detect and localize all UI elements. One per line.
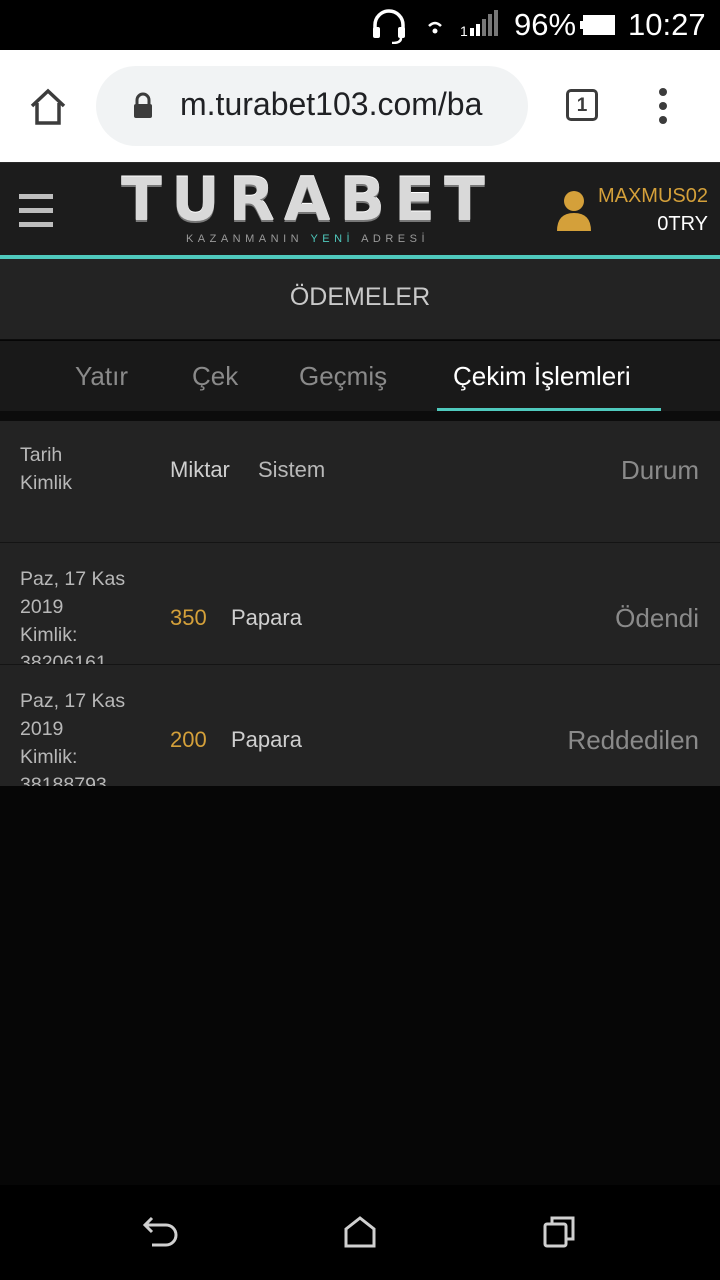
page-title: ÖDEMELER (289, 283, 431, 311)
row-year: 2019 (20, 596, 64, 618)
divider (0, 411, 720, 421)
balance: 0TRY (657, 213, 708, 235)
header-miktar: Miktar (170, 457, 230, 482)
table-header: Tarih Kimlik Miktar Sistem Durum (0, 421, 720, 543)
navigation-bar (0, 1185, 720, 1280)
svg-text:1: 1 (460, 23, 468, 39)
tab-switcher-button[interactable]: 1 (566, 89, 598, 121)
row-id-label: Kimlik: (20, 746, 78, 768)
header-kimlik: Kimlik (20, 472, 72, 494)
table-row: Paz, 17 Kas 2019 Kimlik: 38206161 350 Pa… (0, 543, 720, 665)
tab-cek[interactable]: Çek (192, 361, 238, 392)
back-icon[interactable] (140, 1215, 180, 1256)
header-date-id: Tarih Kimlik (20, 441, 150, 497)
status-bar: 1 96% 10:27 (0, 0, 720, 50)
table-row: Paz, 17 Kas 2019 Kimlik: 38188793 200 Pa… (0, 665, 720, 786)
logo-text: TURABET (121, 165, 494, 235)
tab-yatir[interactable]: Yatır (75, 361, 128, 392)
url-text: m.turabet103.com/ba (180, 86, 483, 122)
row-date: Paz, 17 Kas (20, 690, 126, 712)
logo-tagline: KAZANMANIN YENİ ADRESİ (185, 233, 430, 245)
headset-icon (370, 0, 408, 50)
row-amount: 350 (170, 605, 207, 630)
tab-cekim-islemleri[interactable]: Çekim İşlemleri (453, 361, 631, 392)
header-tarih: Tarih (20, 444, 63, 466)
username[interactable]: MAXMUS02 (598, 185, 708, 208)
row-date-id: Paz, 17 Kas 2019 Kimlik: 38206161 (20, 565, 150, 665)
home-nav-icon[interactable] (343, 1215, 377, 1254)
header-sistem: Sistem (258, 457, 326, 482)
row-status: Reddedilen (567, 725, 699, 755)
page-title-bar: ÖDEMELER (0, 259, 720, 340)
tab-gecmis[interactable]: Geçmiş (299, 361, 387, 392)
address-bar[interactable]: m.turabet103.com/ba (96, 66, 528, 146)
row-date-id: Paz, 17 Kas 2019 Kimlik: 38188793 (20, 687, 150, 786)
clock: 10:27 (628, 7, 706, 42)
row-id-label: Kimlik: (20, 624, 78, 646)
hamburger-menu-icon[interactable] (19, 194, 53, 233)
recents-icon[interactable] (542, 1215, 576, 1254)
menu-dots-icon[interactable] (656, 87, 670, 130)
row-id: 38206161 (20, 652, 107, 665)
wifi-icon (424, 0, 446, 50)
row-date: Paz, 17 Kas (20, 568, 126, 590)
row-status: Ödendi (615, 603, 699, 633)
home-icon[interactable] (28, 88, 68, 131)
row-amount: 200 (170, 727, 207, 752)
site-header: TURABET KAZANMANIN YENİ ADRESİ MAXMUS02 … (0, 162, 720, 256)
row-system: Papara (231, 605, 302, 630)
battery-percent: 96% (514, 7, 577, 42)
user-avatar-icon[interactable] (556, 190, 592, 237)
row-year: 2019 (20, 718, 64, 740)
payment-tabs: Yatır Çek Geçmiş Çekim İşlemleri (0, 341, 720, 412)
header-durum: Durum (620, 455, 699, 485)
signal-icon: 1 (460, 0, 500, 50)
row-system: Papara (231, 727, 302, 752)
lock-icon (132, 92, 154, 125)
row-id: 38188793 (20, 774, 107, 786)
browser-toolbar: m.turabet103.com/ba 1 (0, 50, 720, 162)
battery-icon (580, 0, 618, 50)
